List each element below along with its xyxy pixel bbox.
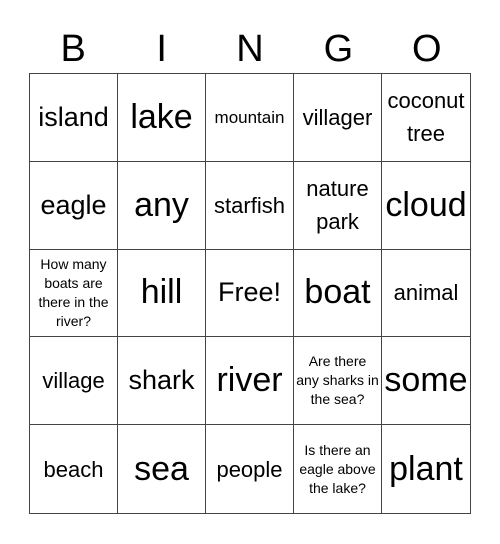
bingo-cell-text: mountain xyxy=(214,107,285,127)
bingo-cell[interactable]: island xyxy=(30,74,118,162)
bingo-cell-text: coconut tree xyxy=(387,88,465,147)
bingo-cell[interactable]: eagle xyxy=(30,161,118,250)
bingo-cell-text: village xyxy=(42,368,105,394)
bingo-cell[interactable]: sea xyxy=(118,425,206,513)
bingo-cell[interactable]: shark xyxy=(118,337,206,426)
bingo-cell-text: How many boats are there in the river? xyxy=(38,256,109,329)
bingo-cell-text: boat xyxy=(304,273,371,312)
bingo-cell[interactable]: people xyxy=(206,425,294,513)
bingo-cell[interactable]: plant xyxy=(382,425,470,513)
bingo-cell-text: some xyxy=(384,361,468,400)
bingo-cell-text: villager xyxy=(302,104,373,130)
bingo-cell[interactable]: river xyxy=(206,337,294,426)
header-letter-i: I xyxy=(156,28,167,70)
header-letter-b: B xyxy=(60,28,86,70)
bingo-cell[interactable]: Free! xyxy=(206,249,294,338)
bingo-cell-text: cloud xyxy=(385,185,467,224)
bingo-cell[interactable]: boat xyxy=(294,249,382,338)
header-letter-n: N xyxy=(236,28,264,70)
bingo-cell-text: Is there an eagle above the lake? xyxy=(299,441,376,496)
bingo-cell-text: any xyxy=(134,185,189,224)
bingo-cell-text: people xyxy=(216,456,283,482)
bingo-cell[interactable]: village xyxy=(30,337,118,426)
bingo-header: B I N G O xyxy=(29,24,471,74)
bingo-cell[interactable]: villager xyxy=(294,74,382,162)
bingo-cell[interactable]: lake xyxy=(118,74,206,162)
bingo-cell[interactable]: Are there any sharks in the sea? xyxy=(294,337,382,426)
bingo-cell-text: eagle xyxy=(40,189,107,220)
bingo-cell[interactable]: nature park xyxy=(294,161,382,250)
bingo-cell[interactable]: Is there an eagle above the lake? xyxy=(294,425,382,513)
bingo-cell-text: plant xyxy=(389,449,463,488)
bingo-cell[interactable]: animal xyxy=(382,250,470,338)
bingo-cell[interactable]: starfish xyxy=(206,161,294,250)
bingo-cell[interactable]: any xyxy=(118,161,206,250)
bingo-cell-text: sea xyxy=(134,449,189,488)
header-letter-g: G xyxy=(323,28,354,70)
bingo-cell-text: nature park xyxy=(306,176,369,235)
bingo-cell[interactable]: How many boats are there in the river? xyxy=(30,249,118,338)
bingo-grid: island lake mountain villager coconut tree ea… xyxy=(29,73,471,514)
bingo-cell-text: hill xyxy=(140,273,183,312)
bingo-cell-text: starfish xyxy=(214,192,285,218)
bingo-cell-text: river xyxy=(216,361,283,400)
bingo-cell-text: lake xyxy=(130,97,193,136)
header-letter-o: O xyxy=(412,28,442,70)
bingo-cell-text: Are there any sharks in the sea? xyxy=(296,353,379,408)
bingo-cell[interactable]: coconut tree xyxy=(382,74,470,162)
bingo-cell[interactable]: mountain xyxy=(206,74,294,162)
bingo-cell[interactable]: beach xyxy=(30,425,118,513)
bingo-cell[interactable]: hill xyxy=(118,249,206,338)
bingo-cell-text: island xyxy=(38,101,109,132)
bingo-cell-text: beach xyxy=(43,456,104,482)
bingo-cell-text: Free! xyxy=(217,277,282,308)
bingo-cell-text: animal xyxy=(393,280,459,306)
bingo-cell-text: shark xyxy=(128,365,195,396)
bingo-cell[interactable]: some xyxy=(382,337,470,426)
bingo-cell[interactable]: cloud xyxy=(382,162,470,250)
